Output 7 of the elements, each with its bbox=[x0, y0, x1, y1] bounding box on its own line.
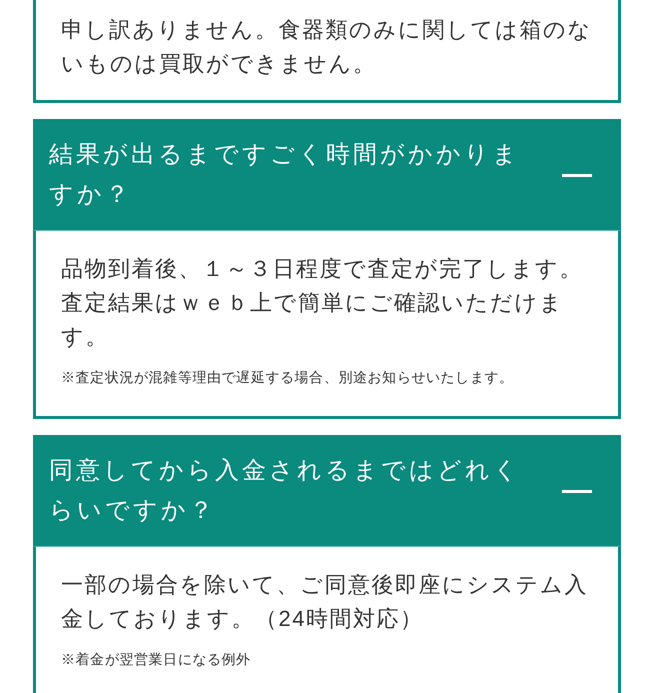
faq-question-button[interactable]: 結果が出るまですごく時間がかかりますか？ bbox=[33, 119, 621, 230]
note-text: ※査定状況が混雑等理由で遅延する場合、別途お知らせいたします。 bbox=[61, 368, 515, 387]
answer-text: 一部の場合を除いて、ご同意後即座にシステム入金しております。（24時間対応） bbox=[61, 571, 589, 633]
answer-text: 申し訳ありません。食器類のみに関しては箱のないものは買取ができません。 bbox=[61, 16, 593, 78]
note-text: ※着金が翌営業日になる例外 bbox=[61, 650, 252, 669]
faq-question-button[interactable]: 同意してから入金されるまではどれくらいですか？ bbox=[33, 435, 621, 546]
answer-text: 品物到着後、１～３日程度で査定が完了します。査定結果はｗｅｂ上で簡単にご確認いただけます。 bbox=[61, 255, 584, 351]
